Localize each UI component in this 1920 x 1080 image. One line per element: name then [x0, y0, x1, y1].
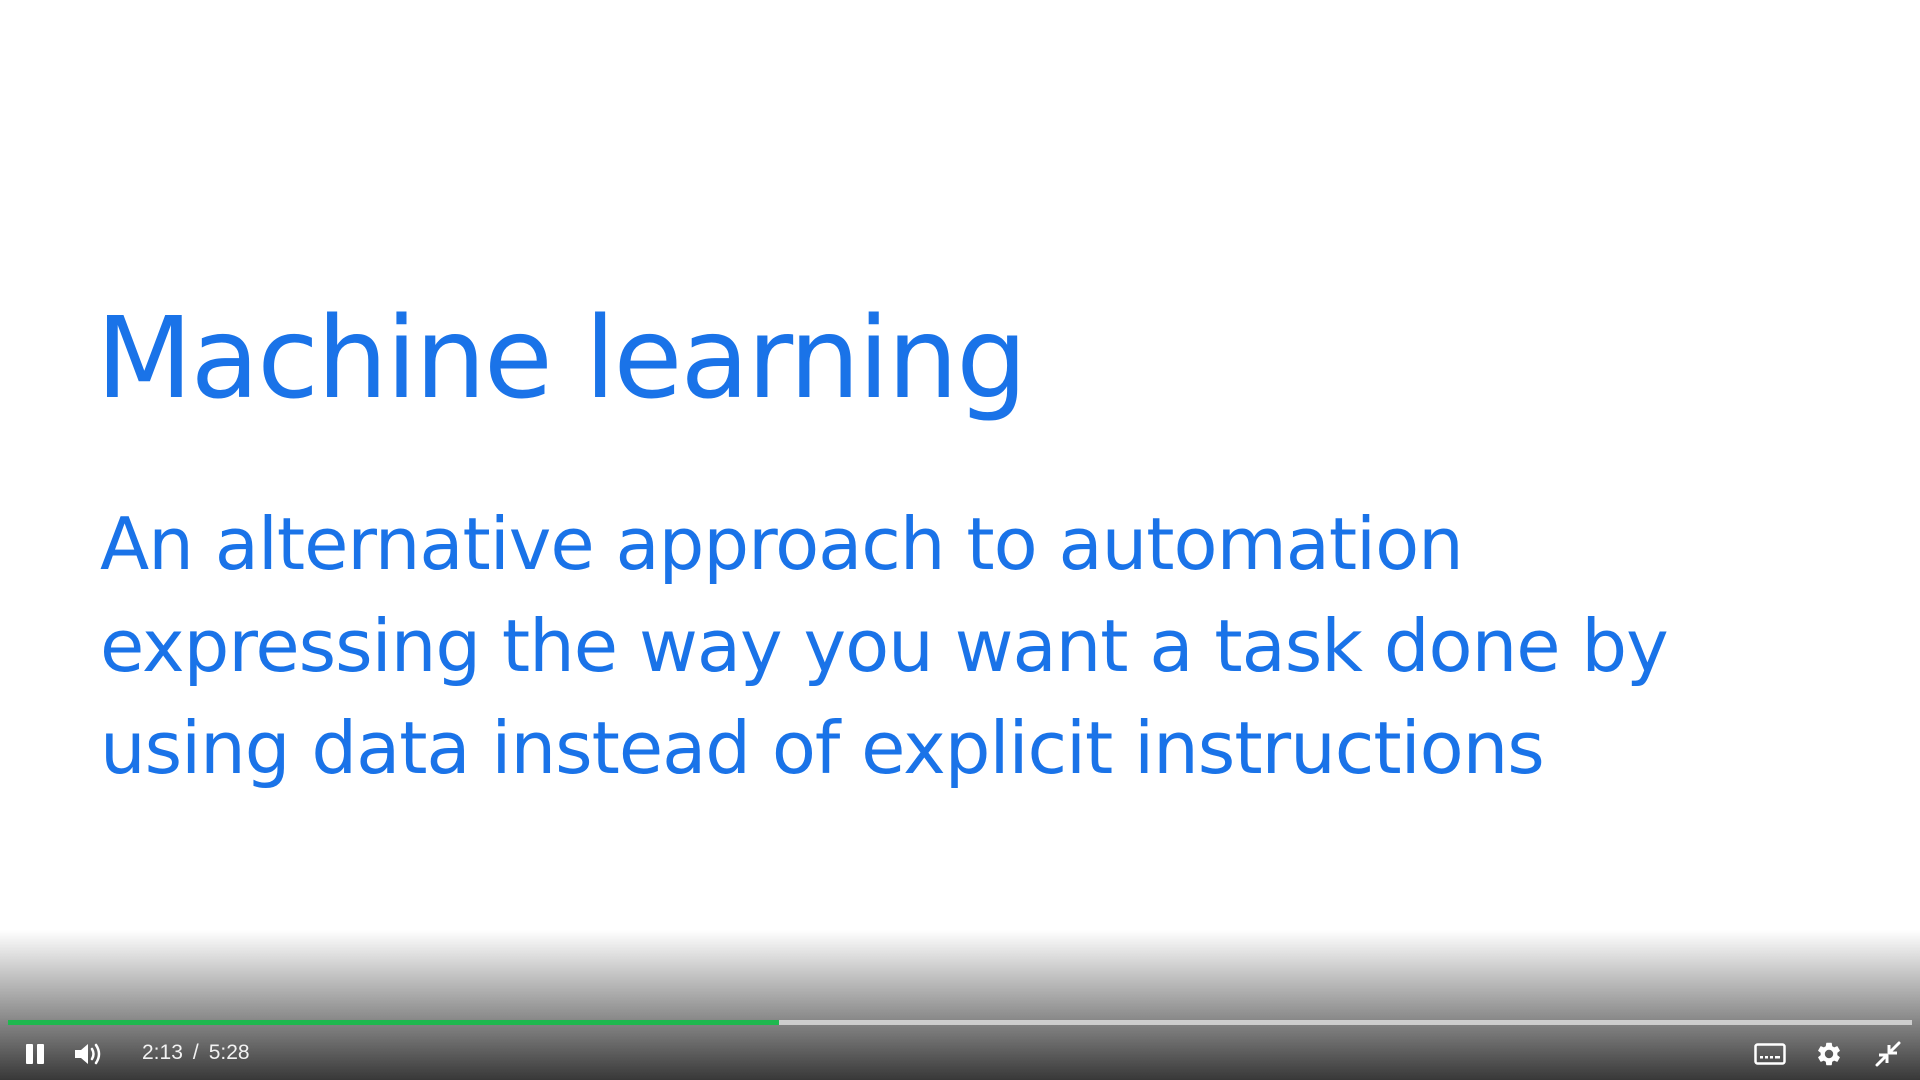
slide-body: An alternative approach to automation ex… — [100, 493, 1800, 799]
captions-icon — [1754, 1043, 1786, 1065]
time-separator: / — [192, 1041, 199, 1064]
controls-backdrop — [0, 930, 1920, 1080]
captions-button[interactable] — [1750, 1036, 1790, 1072]
volume-button[interactable] — [69, 1036, 109, 1072]
slide-body-line: using data instead of explicit instructi… — [100, 706, 1545, 790]
pause-icon — [26, 1044, 44, 1064]
gear-icon — [1818, 1042, 1840, 1066]
exit-fullscreen-icon — [1875, 1041, 1901, 1067]
video-frame: Machine learning An alternative approach… — [0, 0, 1920, 1080]
pause-button[interactable] — [15, 1036, 55, 1072]
exit-fullscreen-button[interactable] — [1868, 1036, 1908, 1072]
seek-bar-progress — [8, 1020, 780, 1025]
seek-bar[interactable] — [8, 1020, 1912, 1025]
duration: 5:28 — [208, 1041, 250, 1064]
slide-body-line: An alternative approach to automation — [100, 502, 1464, 586]
volume-icon — [75, 1043, 101, 1065]
slide-body-line: expressing the way you want a task done … — [100, 604, 1669, 688]
settings-button[interactable] — [1809, 1036, 1849, 1072]
video-player[interactable]: Machine learning An alternative approach… — [0, 0, 1920, 1080]
current-time: 2:13 — [142, 1041, 183, 1064]
time-display: 2:13 / 5:28 — [142, 1041, 250, 1065]
slide-title: Machine learning — [96, 294, 1027, 424]
